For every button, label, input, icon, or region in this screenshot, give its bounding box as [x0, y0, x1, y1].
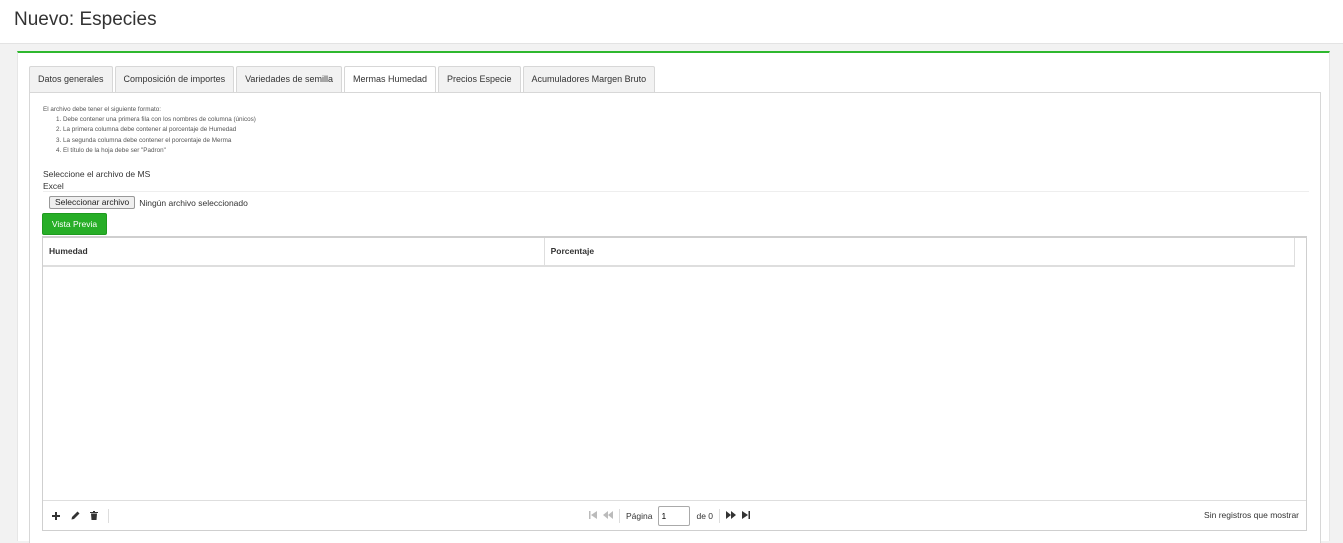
tab-acumuladores-margen-bruto[interactable]: Acumuladores Margen Bruto [522, 66, 656, 92]
pager-separator [619, 508, 620, 523]
records-info: Sin registros que mostrar [1204, 510, 1299, 520]
pager-separator [719, 508, 721, 523]
instruction-item: Debe contener una primera fila con los n… [63, 115, 256, 125]
file-select-label: Seleccione el archivo de MS Excel [43, 169, 151, 191]
column-header-humedad[interactable]: Humedad [43, 238, 545, 265]
tab-datos-generales[interactable]: Datos generales [29, 66, 113, 92]
instruction-item: La primera columna debe contener al porc… [63, 125, 256, 135]
page-title: Nuevo: Especies [14, 9, 157, 30]
page-total: de 0 [696, 510, 714, 521]
select-file-button[interactable]: Seleccionar archivo [49, 196, 136, 209]
tab-bar: Datos generales Composición de importes … [29, 66, 656, 93]
instructions-list: Debe contener una primera fila con los n… [43, 115, 256, 156]
last-page-icon[interactable] [742, 510, 751, 521]
grid-body [43, 269, 1306, 501]
tab-mermas-humedad[interactable]: Mermas Humedad [343, 66, 437, 93]
grid-header: Humedad Porcentaje [43, 238, 1295, 267]
trash-icon[interactable] [89, 511, 99, 521]
pager-navigation: Página de 0 [589, 501, 751, 530]
grid-pager: Página de 0 Sin registros que mostrar [43, 500, 1306, 530]
page-number-input[interactable] [658, 505, 691, 526]
next-page-icon[interactable] [726, 510, 737, 521]
first-page-icon[interactable] [589, 510, 597, 521]
edit-icon[interactable] [70, 511, 80, 521]
pager-separator [108, 508, 109, 523]
tab-content: El archivo debe tener el siguiente forma… [29, 92, 1321, 543]
instruction-item: El título de la hoja debe ser "Padron" [63, 146, 256, 156]
file-status: Ningún archivo seleccionado [139, 197, 248, 208]
page-label: Página [626, 510, 653, 521]
preview-button[interactable]: Vista Previa [42, 213, 107, 235]
format-instructions: El archivo debe tener el siguiente forma… [43, 105, 256, 156]
tab-variedades-semilla[interactable]: Variedades de semilla [236, 66, 342, 92]
instruction-item: La segunda columna debe contener el porc… [63, 136, 256, 146]
divider [43, 191, 1309, 192]
pager-actions [51, 501, 109, 530]
add-icon[interactable] [51, 511, 61, 521]
instructions-intro: El archivo debe tener el siguiente forma… [43, 106, 161, 113]
data-grid: Humedad Porcentaje Página 1 de 0 Sin reg… [42, 236, 1307, 531]
form-panel: Datos generales Composición de importes … [17, 51, 1330, 543]
file-input: Seleccionar archivo Ningún archivo selec… [49, 196, 248, 209]
prev-page-icon[interactable] [603, 510, 613, 521]
tab-precios-especie[interactable]: Precios Especie [438, 66, 521, 92]
page-header: Nuevo: Especies [0, 0, 1343, 44]
tab-composicion-importes[interactable]: Composición de importes [114, 66, 235, 92]
column-header-porcentaje[interactable]: Porcentaje [545, 238, 1294, 265]
